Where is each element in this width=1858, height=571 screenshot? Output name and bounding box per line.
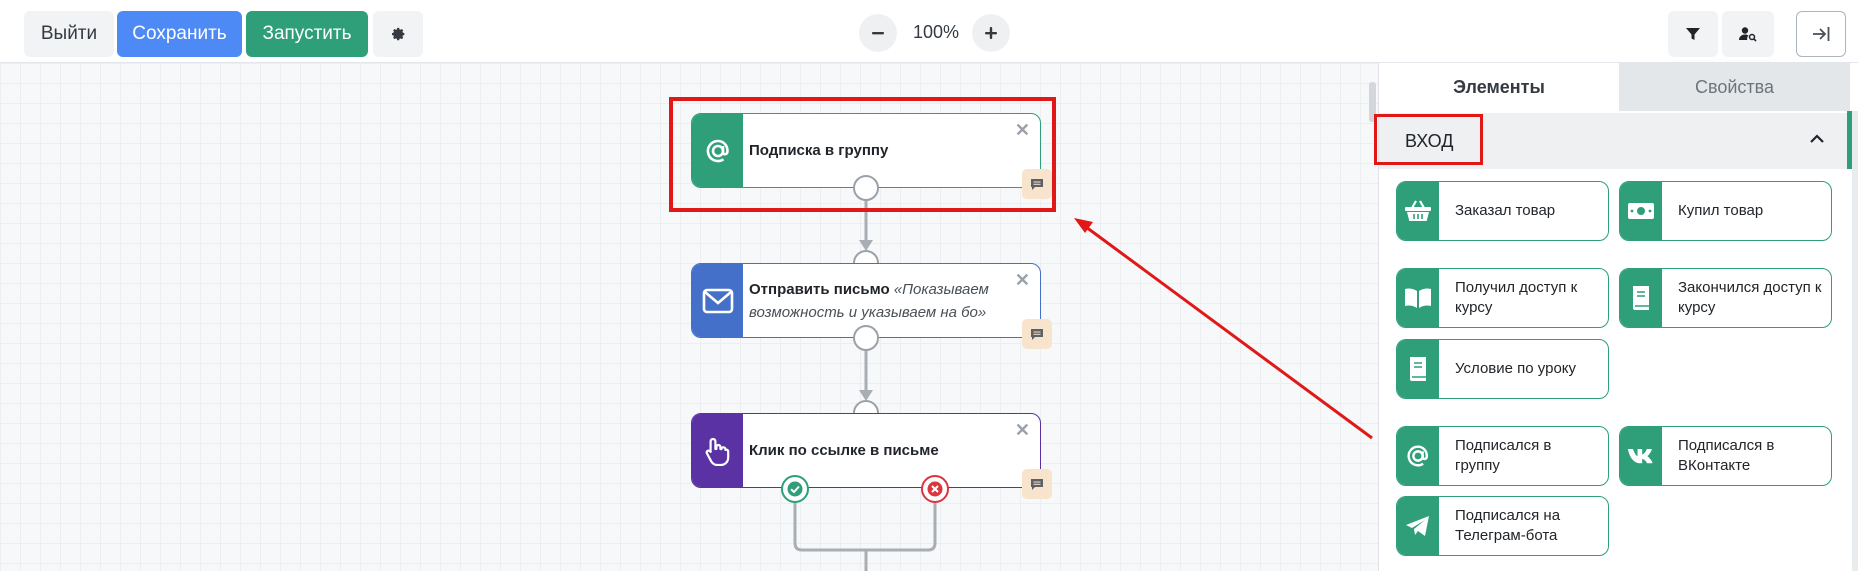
element-card-ordered-product[interactable]: Заказал товар xyxy=(1396,181,1609,241)
save-button[interactable]: Сохранить xyxy=(117,11,242,57)
card-icon-box xyxy=(1620,182,1662,240)
tab-elements[interactable]: Элементы xyxy=(1379,63,1619,111)
closed-book-icon xyxy=(1633,286,1649,310)
card-label: Подписался в ВКонтакте xyxy=(1678,437,1775,474)
card-icon-box xyxy=(1397,269,1439,327)
basket-icon xyxy=(1405,200,1431,221)
annotation-highlight-section xyxy=(1374,114,1483,165)
node-icon-box xyxy=(692,264,743,337)
arrow-to-right-icon xyxy=(1813,27,1830,41)
zoom-in-button[interactable] xyxy=(972,14,1010,52)
node-comment-button[interactable] xyxy=(1022,469,1052,499)
elements-panel: Элементы Свойства ВХОД Заказал товар Куп… xyxy=(1374,63,1858,571)
card-icon-box xyxy=(1620,427,1662,485)
top-toolbar: Выйти Сохранить Запустить 100% xyxy=(0,0,1858,63)
card-icon-box xyxy=(1397,340,1439,398)
filter-icon xyxy=(1686,28,1700,40)
user-search-icon xyxy=(1739,27,1757,42)
card-label: Подписался в группу xyxy=(1455,437,1552,474)
run-button[interactable]: Запустить xyxy=(246,11,368,57)
yes-port[interactable] xyxy=(781,475,809,503)
element-card-subscribed-telegram[interactable]: Подписался на Телеграм-бота xyxy=(1396,496,1609,556)
node-output-port[interactable] xyxy=(853,325,879,351)
pointer-hand-icon xyxy=(705,437,729,466)
plus-icon xyxy=(985,27,997,39)
cross-icon xyxy=(927,481,943,497)
card-icon-box xyxy=(1620,269,1662,327)
gear-icon xyxy=(392,27,405,41)
banknote-icon xyxy=(1628,203,1654,219)
card-icon-box xyxy=(1397,182,1439,240)
card-label: Заказал товар xyxy=(1455,202,1556,219)
settings-button[interactable] xyxy=(373,11,423,57)
tab-properties[interactable]: Свойства xyxy=(1619,63,1850,111)
node-delete-button[interactable]: ✕ xyxy=(1015,270,1030,291)
node-icon-box xyxy=(692,414,743,487)
element-card-course-access-ended[interactable]: Закончился доступ к курсу xyxy=(1619,268,1832,328)
vk-icon xyxy=(1628,449,1653,464)
chevron-up-icon xyxy=(1810,134,1824,143)
element-card-subscribed-group[interactable]: Подписался в группу xyxy=(1396,426,1609,486)
element-card-lesson-condition[interactable]: Условие по уроку xyxy=(1396,339,1609,399)
collapse-panel-button[interactable] xyxy=(1796,11,1846,57)
minus-icon xyxy=(872,32,884,35)
card-label: Условие по уроку xyxy=(1455,360,1577,377)
lesson-book-icon xyxy=(1410,357,1426,381)
open-book-icon xyxy=(1405,288,1431,308)
comment-icon xyxy=(1031,328,1043,340)
telegram-icon xyxy=(1406,516,1429,536)
annotation-highlight-node xyxy=(669,97,1056,212)
element-card-bought-product[interactable]: Купил товар xyxy=(1619,181,1832,241)
node-comment-button[interactable] xyxy=(1022,319,1052,349)
card-icon-box xyxy=(1397,497,1439,555)
comment-icon xyxy=(1031,478,1043,490)
check-icon xyxy=(787,481,803,497)
card-icon-box xyxy=(1397,427,1439,485)
card-label: Получил доступ к курсу xyxy=(1455,279,1578,316)
node-label: Отправить письмо «Показываем возможность… xyxy=(749,264,1010,337)
node-title: Отправить письмо xyxy=(749,280,890,298)
filter-button[interactable] xyxy=(1668,11,1718,57)
exit-button[interactable]: Выйти xyxy=(24,11,114,57)
element-card-subscribed-vk[interactable]: Подписался в ВКонтакте xyxy=(1619,426,1832,486)
zoom-level: 100% xyxy=(912,22,960,42)
panel-scrollbar[interactable] xyxy=(1852,111,1858,571)
envelope-icon xyxy=(702,288,733,313)
no-port[interactable] xyxy=(921,475,949,503)
user-search-button[interactable] xyxy=(1722,11,1774,57)
zoom-out-button[interactable] xyxy=(859,14,897,52)
card-label: Подписался на Телеграм-бота xyxy=(1455,507,1561,544)
element-card-course-access[interactable]: Получил доступ к курсу xyxy=(1396,268,1609,328)
node-title: Клик по ссылке в письме xyxy=(749,442,939,459)
node-delete-button[interactable]: ✕ xyxy=(1015,420,1030,441)
card-label: Купил товар xyxy=(1678,202,1764,219)
at-icon xyxy=(1407,445,1429,467)
card-label: Закончился доступ к курсу xyxy=(1678,279,1822,316)
flow-node-email-link-click[interactable]: Клик по ссылке в письме ✕ xyxy=(691,413,1052,499)
